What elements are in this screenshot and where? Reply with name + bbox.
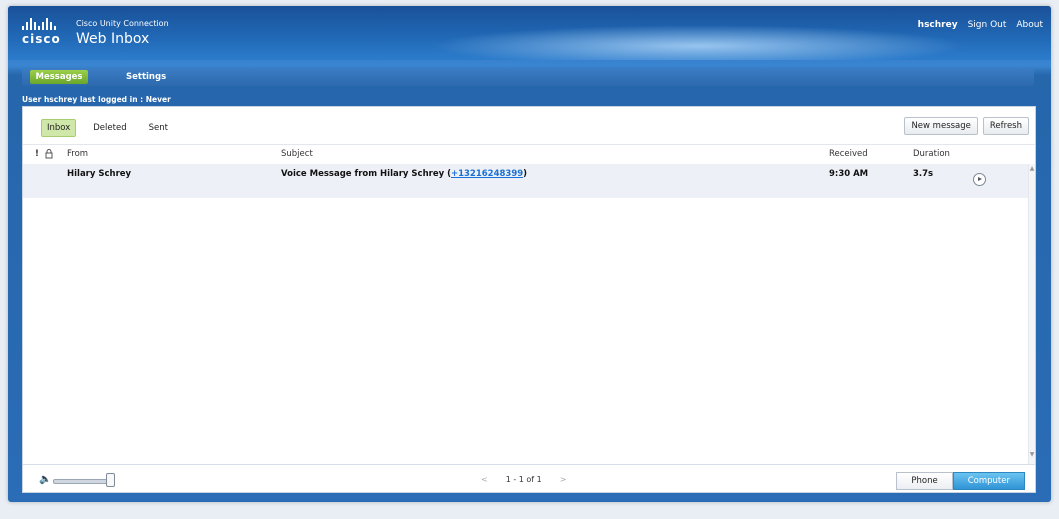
priority-column-header[interactable]: ! xyxy=(35,149,39,159)
last-login-text: User hschrey last logged in : Never xyxy=(22,95,171,104)
speaker-icon: 🔈 xyxy=(39,474,52,485)
folder-deleted[interactable]: Deleted xyxy=(88,120,131,136)
about-link[interactable]: About xyxy=(1016,20,1043,30)
playback-device-toggle: Phone Computer xyxy=(896,472,1025,490)
cisco-logo: cisco xyxy=(22,18,61,46)
scroll-up-icon[interactable]: ▲ xyxy=(1029,165,1035,173)
player-footer: 🔈 < 1 - 1 of 1 > Phone Computer xyxy=(23,464,1035,493)
play-icon[interactable] xyxy=(973,173,986,186)
message-actions: New message Refresh xyxy=(904,117,1029,135)
cisco-bars-icon xyxy=(22,18,61,30)
product-name: Web Inbox xyxy=(76,31,150,47)
top-links: hschrey Sign Out About xyxy=(918,20,1043,30)
folder-inbox[interactable]: Inbox xyxy=(41,119,77,137)
main-tabbar: Messages Settings xyxy=(22,68,1034,86)
sign-out-link[interactable]: Sign Out xyxy=(968,20,1007,30)
table-header: ! From Subject Received Duration xyxy=(23,144,1035,165)
folder-list: Inbox Deleted Sent xyxy=(41,119,173,137)
app-header: cisco Cisco Unity Connection Web Inbox h… xyxy=(8,6,1051,60)
inbox-panel: Inbox Deleted Sent New message Refresh !… xyxy=(22,106,1036,493)
message-duration: 3.7s xyxy=(913,169,934,179)
cisco-wordmark: cisco xyxy=(22,32,61,46)
scroll-down-icon[interactable]: ▼ xyxy=(1029,451,1035,459)
message-subject-suffix: ) xyxy=(523,169,528,179)
vertical-scrollbar[interactable] xyxy=(1028,164,1035,464)
refresh-button[interactable]: Refresh xyxy=(982,117,1029,135)
volume-slider-knob[interactable] xyxy=(106,473,115,487)
new-message-button[interactable]: New message xyxy=(904,117,978,135)
pager: < 1 - 1 of 1 > xyxy=(481,475,566,484)
message-subject-prefix: Voice Message from Hilary Schrey ( xyxy=(281,169,451,179)
lock-icon[interactable] xyxy=(45,149,53,162)
tab-messages[interactable]: Messages xyxy=(30,70,88,84)
message-subject: Voice Message from Hilary Schrey (+13216… xyxy=(281,169,527,179)
from-column-header[interactable]: From xyxy=(67,149,88,159)
message-from: Hilary Schrey xyxy=(67,169,132,179)
table-row[interactable]: Hilary Schrey Voice Message from Hilary … xyxy=(23,164,1029,198)
folder-sent[interactable]: Sent xyxy=(144,120,173,136)
received-column-header[interactable]: Received xyxy=(829,149,868,159)
tab-settings[interactable]: Settings xyxy=(126,70,166,84)
volume-slider-track[interactable] xyxy=(53,479,109,484)
caller-number-link[interactable]: +13216248399 xyxy=(451,169,523,179)
product-line: Cisco Unity Connection xyxy=(76,19,169,28)
prev-page-icon[interactable]: < xyxy=(481,475,488,484)
message-received: 9:30 AM xyxy=(829,169,869,179)
username-link[interactable]: hschrey xyxy=(918,20,958,30)
phone-option[interactable]: Phone xyxy=(896,472,953,490)
computer-option[interactable]: Computer xyxy=(952,472,1025,490)
next-page-icon[interactable]: > xyxy=(560,475,567,484)
duration-column-header[interactable]: Duration xyxy=(913,149,950,159)
pager-status: 1 - 1 of 1 xyxy=(505,475,542,484)
subject-column-header[interactable]: Subject xyxy=(281,149,313,159)
